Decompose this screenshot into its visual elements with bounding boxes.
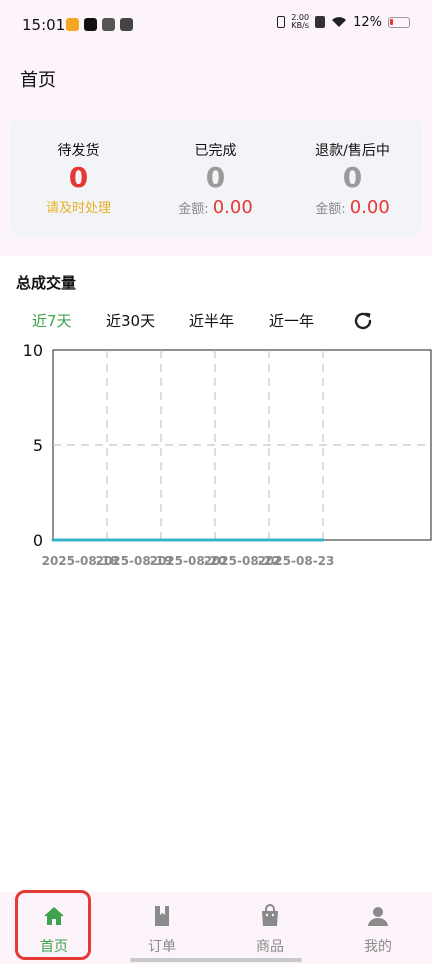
battery-icon <box>388 16 410 28</box>
wifi-icon <box>332 17 347 27</box>
amount-value: 0.00 <box>212 197 253 218</box>
refresh-icon[interactable] <box>351 309 375 333</box>
data-point <box>267 538 271 542</box>
data-point <box>213 538 217 542</box>
order-summary-card: 待发货 0 请及时处理 已完成 0 金额: 0.00 退款/售后中 0 金额: … <box>10 120 422 238</box>
book-icon <box>155 906 169 926</box>
stat-value: 0 <box>205 161 226 194</box>
stat-title: 待发货 <box>57 143 100 159</box>
vibrate-icon <box>277 16 286 28</box>
mail-icon <box>120 18 133 31</box>
stat-completed[interactable]: 已完成 0 金额: 0.00 <box>147 120 284 218</box>
tiktok-icon <box>84 18 97 31</box>
stat-value: 0 <box>342 161 363 194</box>
net-speed: 2.00 KB/s <box>291 14 309 30</box>
notification-icons <box>66 18 133 31</box>
stat-to-ship[interactable]: 待发货 0 请及时处理 <box>10 120 147 216</box>
page-title: 首页 <box>20 70 56 91</box>
nav-profile[interactable]: 我的 <box>324 892 432 964</box>
status-time: 15:01 <box>22 16 66 34</box>
link-icon <box>102 18 115 31</box>
app-bar: 首页 <box>0 52 432 110</box>
weibo-icon <box>66 18 79 31</box>
stat-note: 请及时处理 <box>45 201 111 216</box>
amount-label: 金额: <box>315 202 346 217</box>
stat-refund[interactable]: 退款/售后中 0 金额: 0.00 <box>284 120 421 218</box>
range-tab-one-year[interactable]: 近一年 <box>269 310 314 331</box>
stat-title: 退款/售后中 <box>315 143 390 159</box>
data-point <box>51 538 55 542</box>
data-point <box>159 538 163 542</box>
battery-text: 12% <box>353 14 382 30</box>
stat-value: 0 <box>68 161 89 194</box>
nav-highlight-box <box>15 890 91 960</box>
y-tick-label: 10 <box>23 341 43 360</box>
range-tab-half-year[interactable]: 近半年 <box>189 310 234 331</box>
x-tick-label: 2025-08-23 <box>258 554 335 568</box>
amount-label: 金额: <box>178 202 209 217</box>
stat-amount: 金额: 0.00 <box>147 197 284 218</box>
data-point <box>321 538 325 542</box>
y-tick-label: 5 <box>33 436 43 455</box>
range-tab-30-days[interactable]: 近30天 <box>106 310 155 331</box>
volume-title: 总成交量 <box>16 274 77 292</box>
y-tick-label: 0 <box>33 531 43 550</box>
net-speed-unit: KB/s <box>291 21 309 30</box>
nav-products[interactable]: 商品 <box>216 892 324 964</box>
nav-orders[interactable]: 订单 <box>108 892 216 964</box>
nav-label: 商品 <box>256 939 284 955</box>
no-sim-icon <box>315 16 326 28</box>
range-tab-7-days[interactable]: 近7天 <box>32 310 72 331</box>
nav-label: 订单 <box>148 939 176 955</box>
volume-chart: 05102025-08-182025-08-192025-08-202025-0… <box>23 341 432 568</box>
status-bar: 15:01 2.00 KB/s 12% <box>0 0 432 52</box>
nav-label: 我的 <box>364 939 392 955</box>
person-icon <box>368 907 388 926</box>
stat-title: 已完成 <box>194 143 237 159</box>
amount-value: 0.00 <box>349 197 390 218</box>
bag-icon <box>262 904 278 926</box>
stat-amount: 金额: 0.00 <box>284 197 421 218</box>
home-indicator <box>130 958 302 962</box>
status-right: 2.00 KB/s 12% <box>277 14 410 30</box>
